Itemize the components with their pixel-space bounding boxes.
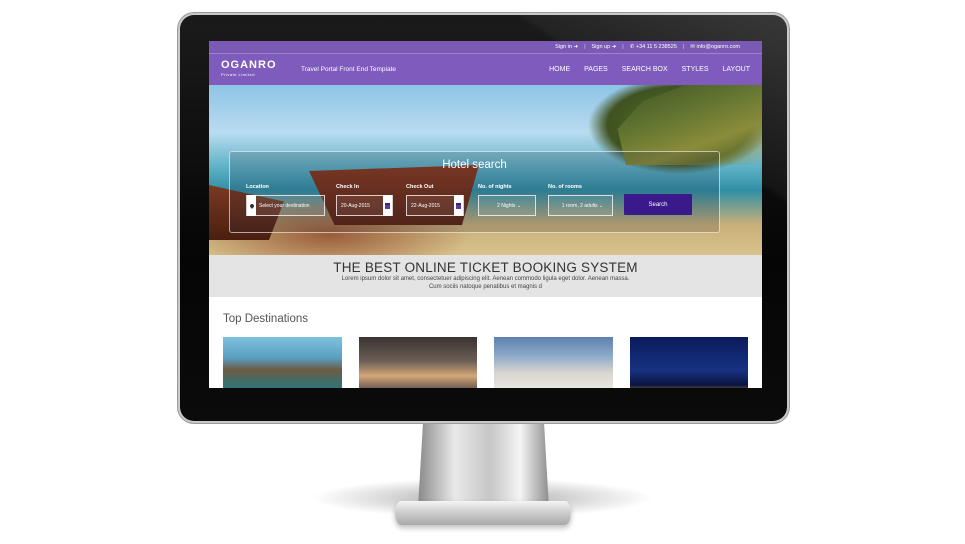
separator: | (584, 44, 586, 50)
chevron-down-icon: ⌄ (599, 202, 604, 209)
calendar-icon[interactable] (383, 195, 392, 216)
separator: | (682, 44, 685, 50)
location-input[interactable]: Select your destination (246, 195, 325, 216)
site-logo[interactable]: OGANRO Private Limited (221, 59, 301, 79)
nav-menu: HOME PAGES SEARCH BOX STYLES LAYOUT (549, 66, 750, 73)
chevron-down-icon: ⌄ (516, 202, 521, 209)
location-pin-icon (247, 195, 256, 216)
nav-item-pages[interactable]: PAGES (584, 66, 608, 73)
monitor-stand-base (395, 501, 571, 525)
separator: | (622, 44, 624, 50)
site-tagline: Travel Portal Front End Template (301, 66, 397, 73)
monitor-stand-neck (418, 418, 549, 508)
rooms-select[interactable]: 1 room, 2 adults ⌄ (548, 195, 613, 216)
email-link[interactable]: ✉ info@oganro.com (690, 44, 740, 50)
nights-field-group: No. of nights 2 Nights ⌄ (478, 184, 536, 216)
hero-beach-image: Hotel search Location Select your destin… (209, 85, 762, 255)
checkout-field-group: Check Out 22-Aug-2015 (406, 184, 464, 216)
destination-tile-skyline[interactable] (629, 337, 748, 388)
location-field-group: Location Select your destination (246, 184, 325, 216)
top-destinations-section: Top Destinations (209, 297, 762, 388)
nav-item-layout[interactable]: LAYOUT (723, 66, 751, 73)
checkin-field-group: Check In 20-Aug-2015 (336, 184, 393, 216)
destination-tiles (223, 337, 748, 388)
website-screen: Sign in ➜ | Sign up ➜ | ✆ +34 11 5 23852… (209, 41, 762, 388)
nav-item-styles[interactable]: STYLES (682, 66, 709, 73)
destination-tile-maldives[interactable] (223, 337, 342, 388)
nights-label: No. of nights (478, 184, 512, 190)
rooms-field-group: No. of rooms 1 room, 2 adults ⌄ (548, 184, 613, 216)
calendar-icon[interactable] (454, 195, 463, 216)
section-title: Top Destinations (223, 313, 309, 325)
checkin-input[interactable]: 20-Aug-2015 (336, 195, 393, 216)
destination-tile-mykonos[interactable] (494, 337, 613, 388)
checkin-label: Check In (336, 184, 359, 190)
nav-item-home[interactable]: HOME (549, 66, 570, 73)
hotel-search-box: Hotel search Location Select your destin… (229, 151, 720, 233)
envelope-icon: ✉ (690, 44, 695, 50)
banner-text-line2: Cum sociis natoque penatibus et magnis d (428, 284, 543, 290)
main-navbar: OGANRO Private Limited Travel Portal Fro… (209, 53, 762, 85)
signup-link[interactable]: Sign up ➜ (592, 44, 617, 50)
banner-text-line1: Lorem ipsum dolor sit amet, consectetuer… (341, 276, 630, 282)
nav-item-search-box[interactable]: SEARCH BOX (622, 66, 668, 73)
monitor-mockup: Sign in ➜ | Sign up ➜ | ✆ +34 11 5 23852… (0, 0, 965, 544)
signin-link[interactable]: Sign in ➜ (555, 44, 578, 50)
search-title: Hotel search (442, 159, 507, 171)
phone-text: ✆ +34 11 5 238525 (629, 44, 677, 50)
destination-tile-city-night[interactable] (358, 337, 477, 388)
phone-icon: ✆ (629, 44, 635, 50)
promo-banner: THE BEST ONLINE TICKET BOOKING SYSTEM Lo… (209, 255, 762, 297)
location-label: Location (246, 184, 269, 190)
top-utility-bar: Sign in ➜ | Sign up ➜ | ✆ +34 11 5 23852… (209, 41, 762, 53)
search-button[interactable]: Search (624, 194, 692, 215)
rooms-label: No. of rooms (548, 184, 582, 190)
checkout-label: Check Out (406, 184, 434, 190)
banner-title: THE BEST ONLINE TICKET BOOKING SYSTEM (333, 260, 638, 275)
nights-select[interactable]: 2 Nights ⌄ (478, 195, 536, 216)
checkout-input[interactable]: 22-Aug-2015 (406, 195, 464, 216)
